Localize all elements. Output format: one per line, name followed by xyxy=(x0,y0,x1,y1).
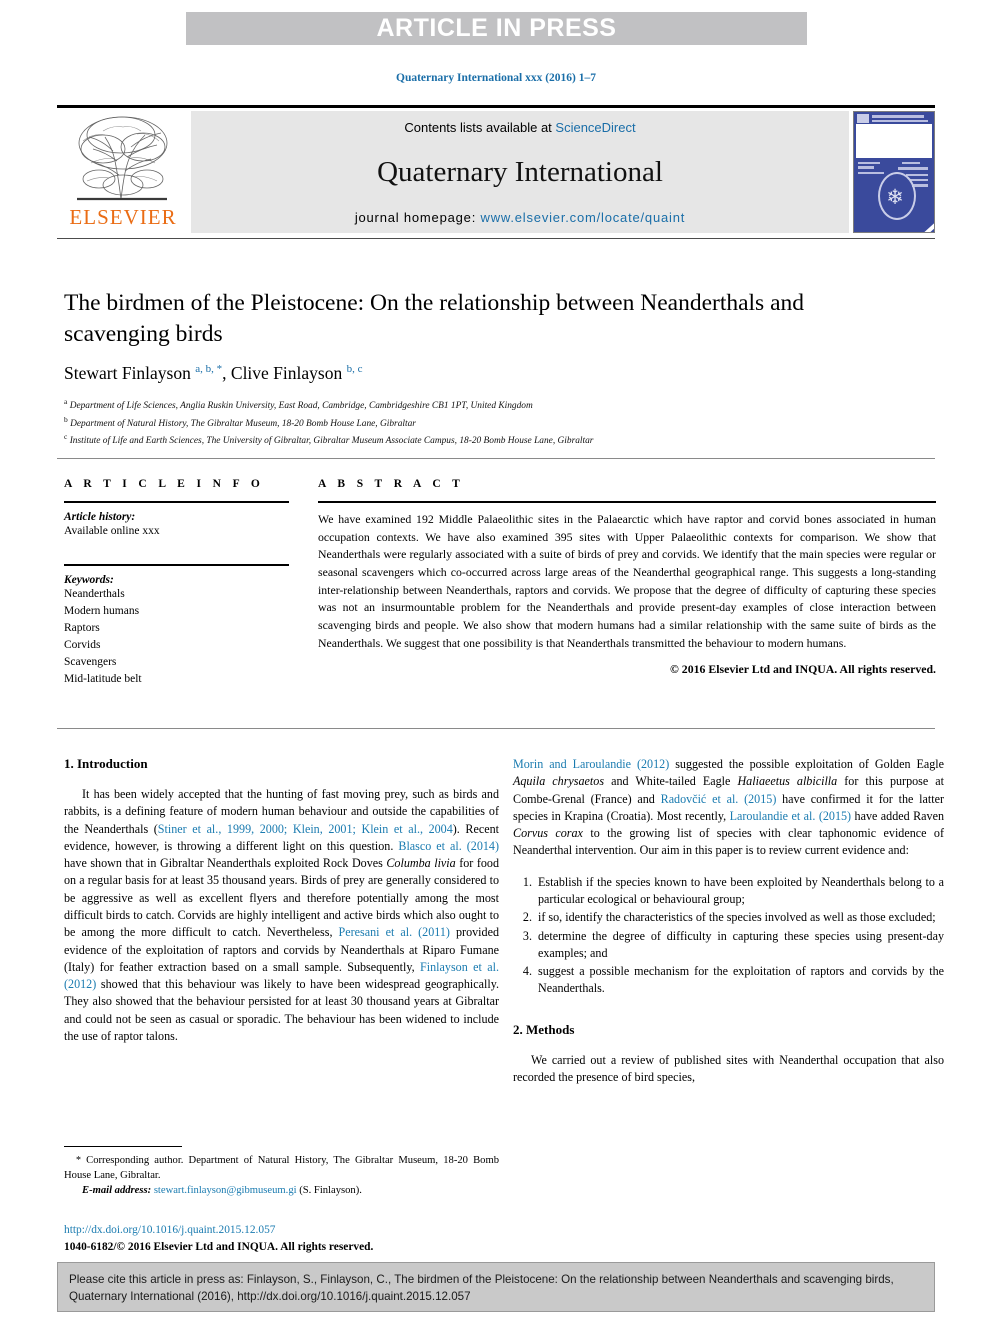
elsevier-logo: ELSEVIER xyxy=(57,111,189,233)
article-first-page: ARTICLE IN PRESS Quaternary Internationa… xyxy=(0,0,992,1323)
intro-paragraph-left: It has been widely accepted that the hun… xyxy=(64,786,499,1045)
article-info-heading: A R T I C L E I N F O xyxy=(64,478,265,490)
journal-title: Quaternary International xyxy=(377,156,663,188)
author-separator: , Clive Finlayson xyxy=(222,363,347,384)
intro-text-h: and White-tailed Eagle xyxy=(604,774,738,789)
article-history-value: Available online xxx xyxy=(64,525,160,537)
header-rule-top xyxy=(57,105,935,108)
article-in-press-label: ARTICLE IN PRESS xyxy=(376,14,617,42)
journal-homepage-line: journal homepage: www.elsevier.com/locat… xyxy=(355,210,685,225)
section-heading-methods: 2. Methods xyxy=(513,1021,575,1037)
contents-prefix-label: Contents lists available at xyxy=(404,120,556,135)
author-2-affiliation-marks[interactable]: b, c xyxy=(347,363,363,375)
aim-item: determine the degree of difficulty in ca… xyxy=(535,928,944,963)
affiliation-a: a Department of Life Sciences, Anglia Ru… xyxy=(64,396,894,414)
abstract-rule-bottom xyxy=(57,728,935,729)
species-name: Corvus corax xyxy=(513,826,583,841)
keyword-item: Raptors xyxy=(64,622,100,635)
email-attribution: (S. Finlayson). xyxy=(296,1185,362,1197)
intro-text-k: have added Raven xyxy=(851,808,945,823)
sciencedirect-link[interactable]: ScienceDirect xyxy=(555,120,635,135)
journal-cover-thumbnail: ❄ xyxy=(853,111,935,233)
species-name: Aquila chrysaetos xyxy=(513,774,605,789)
author-1-name: Stewart Finlayson xyxy=(64,363,196,384)
abstract-heading: A B S T R A C T xyxy=(318,478,465,490)
homepage-label: journal homepage: xyxy=(354,210,481,225)
keyword-item: Modern humans xyxy=(64,604,140,617)
page-title: The birdmen of the Pleistocene: On the r… xyxy=(64,290,805,347)
body-column-right: Morin and Laroulandie (2012) suggested t… xyxy=(513,756,944,1086)
methods-paragraph: We carried out a review of published sit… xyxy=(513,1052,944,1084)
section-heading-introduction: 1. Introduction xyxy=(64,756,148,771)
aim-item: Establish if the species known to have b… xyxy=(535,874,944,909)
species-name: Haliaeetus albicilla xyxy=(737,774,838,789)
journal-masthead: ELSEVIER Contents lists available at Sci… xyxy=(57,111,935,233)
cite-this-article-box: Please cite this article in press as: Fi… xyxy=(57,1262,935,1312)
keywords-label: Keywords: xyxy=(64,573,114,586)
keyword-item: Scavengers xyxy=(64,656,117,669)
cover-diagonal-stripe xyxy=(904,219,934,232)
aims-list: Establish if the species known to have b… xyxy=(513,874,944,998)
citation-link[interactable]: Laroulandie et al. (2015) xyxy=(730,809,851,823)
doi-link[interactable]: http://dx.doi.org/10.1016/j.quaint.2015.… xyxy=(64,1222,524,1239)
article-info-divider xyxy=(64,501,289,503)
abstract-column: A B S T R A C T We have examined 192 Mid… xyxy=(318,478,936,677)
article-info-column: A R T I C L E I N F O Article history: A… xyxy=(64,478,289,689)
affiliation-a-text: Department of Life Sciences, Anglia Rusk… xyxy=(69,401,533,412)
email-link[interactable]: stewart.finlayson@gibmuseum.gi xyxy=(154,1185,297,1196)
intro-text-c: have shown that in Gibraltar Neanderthal… xyxy=(64,856,387,871)
citation-link[interactable]: Blasco et al. (2014) xyxy=(398,839,499,853)
corresponding-author-text: Corresponding author. Department of Natu… xyxy=(64,1155,499,1182)
footnote-block: * Corresponding author. Department of Na… xyxy=(64,1146,499,1198)
aim-item: suggest a possible mechanism for the exp… xyxy=(535,963,944,998)
keyword-item: Corvids xyxy=(64,639,101,652)
affiliation-a-mark: a xyxy=(64,397,68,406)
email-note: E-mail address: stewart.finlayson@gibmus… xyxy=(64,1183,499,1198)
keyword-item: Neanderthals xyxy=(64,587,125,600)
contents-available-line: Contents lists available at ScienceDirec… xyxy=(404,120,635,135)
affiliation-b-mark: b xyxy=(64,414,68,424)
email-address-label: E-mail address: xyxy=(82,1185,152,1197)
abstract-copyright: © 2016 Elsevier Ltd and INQUA. All right… xyxy=(670,661,936,676)
keyword-item: Mid-latitude belt xyxy=(64,673,142,686)
affiliation-c: c Institute of Life and Earth Sciences, … xyxy=(64,431,894,449)
issn-copyright-line: 1040-6182/© 2016 Elsevier Ltd and INQUA.… xyxy=(64,1240,374,1253)
journal-reference-line: Quaternary International xxx (2016) 1–7 xyxy=(396,72,596,84)
affiliation-b: b Department of Natural History, The Gib… xyxy=(64,414,894,432)
keywords-list: Neanderthals Modern humans Raptors Corvi… xyxy=(64,586,289,689)
species-name: Columba livia xyxy=(386,856,456,871)
keywords-divider xyxy=(64,563,289,566)
abstract-divider xyxy=(318,501,936,503)
citation-link[interactable]: Peresani et al. (2011) xyxy=(339,925,450,939)
elsevier-wordmark: ELSEVIER xyxy=(69,205,177,229)
author-1-affiliation-marks[interactable]: a, b, * xyxy=(195,363,222,375)
affiliations-list: a Department of Life Sciences, Anglia Ru… xyxy=(64,396,894,449)
citation-link[interactable]: Morin and Laroulandie (2012) xyxy=(513,757,669,771)
aim-item: if so, identify the characteristics of t… xyxy=(535,909,944,926)
intro-text-g: suggested the possible exploitation of G… xyxy=(669,757,944,771)
article-in-press-banner: ARTICLE IN PRESS xyxy=(186,12,807,45)
snowflake-icon: ❄ xyxy=(886,185,904,209)
body-column-left: 1. Introduction It has been widely accep… xyxy=(64,756,499,1045)
info-rule-top xyxy=(57,458,935,459)
intro-text-f: showed that this behaviour was likely to… xyxy=(64,977,499,1043)
citation-link[interactable]: Radovčić et al. (2015) xyxy=(661,792,777,806)
corresponding-author-note: * Corresponding author. Department of Na… xyxy=(64,1153,499,1183)
affiliation-c-mark: c xyxy=(64,432,68,442)
homepage-link[interactable]: www.elsevier.com/locate/quaint xyxy=(481,210,686,225)
contents-panel: Contents lists available at ScienceDirec… xyxy=(191,111,849,233)
elsevier-tree-icon xyxy=(63,113,181,205)
author-list: Stewart Finlayson a, b, *, Clive Finlays… xyxy=(64,363,864,384)
affiliation-b-text: Department of Natural History, The Gibra… xyxy=(70,418,416,429)
doi-block: http://dx.doi.org/10.1016/j.quaint.2015.… xyxy=(64,1222,524,1255)
header-rule-bottom xyxy=(57,238,935,239)
intro-paragraph-right: Morin and Laroulandie (2012) suggested t… xyxy=(513,756,944,860)
cite-this-article-text: Please cite this article in press as: Fi… xyxy=(69,1273,894,1303)
abstract-text: We have examined 192 Middle Palaeolithic… xyxy=(318,512,936,650)
title-block: The birdmen of the Pleistocene: On the r… xyxy=(64,288,864,384)
citation-link[interactable]: Stiner et al., 1999, 2000; Klein, 2001; … xyxy=(158,822,453,836)
affiliation-c-text: Institute of Life and Earth Sciences, Th… xyxy=(69,436,594,447)
footnote-rule xyxy=(64,1146,182,1147)
article-history-label: Article history: xyxy=(64,511,136,523)
